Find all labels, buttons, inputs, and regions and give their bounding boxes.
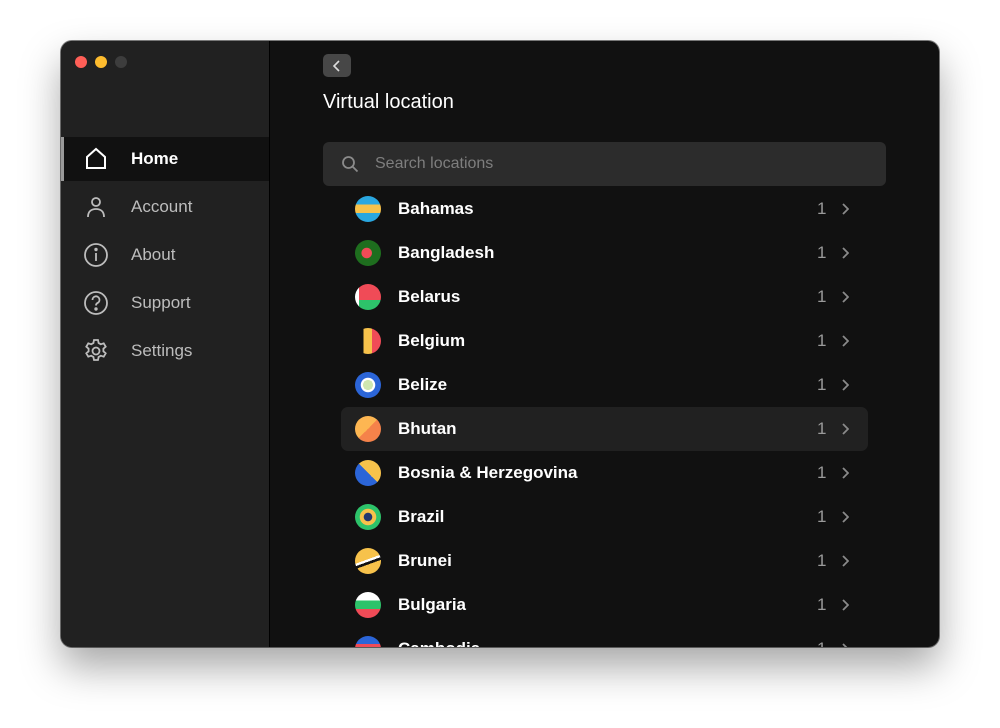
search-input[interactable] [375,155,855,173]
bosnia-flag-icon [355,460,381,486]
chevron-right-icon [842,643,848,647]
server-count: 1 [817,419,827,438]
search-field[interactable] [323,142,886,186]
question-icon [84,291,108,315]
main-panel: Virtual location Bahamas 1 Bangladesh 1 … [270,41,939,647]
server-count: 1 [817,199,827,218]
belize-flag-icon [355,372,381,398]
sidebar-item-settings[interactable]: Settings [61,329,269,373]
location-row[interactable]: Belgium 1 [341,319,868,363]
chevron-right-icon [842,467,849,479]
chevron-right-icon [842,335,849,347]
sidebar-item-about[interactable]: About [61,233,269,277]
location-row[interactable]: Cambodia 1 [341,627,868,647]
location-name: Belize [398,375,448,394]
location-name: Brunei [398,551,452,570]
location-name: Bangladesh [398,243,495,262]
location-name: Belarus [398,287,461,306]
bhutan-flag-icon [355,416,381,442]
sidebar-item-label: Home [131,149,179,168]
server-count: 1 [817,243,827,262]
location-name: Brazil [398,507,445,526]
chevron-right-icon [842,423,849,435]
location-name: Bulgaria [398,595,467,614]
chevron-right-icon [842,247,849,259]
location-row[interactable]: Bahamas 1 [341,187,868,231]
location-list[interactable]: Bahamas 1 Bangladesh 1 Belarus 1 Belgium… [341,187,868,647]
chevron-left-icon [332,59,340,72]
bulgaria-flag-icon [355,592,381,618]
bahamas-flag-icon [355,196,381,222]
location-row[interactable]: Belize 1 [341,363,868,407]
cambodia-flag-icon [355,636,381,647]
sidebar-item-label: Support [131,293,191,312]
app-window: Home Account About Support Settings Virt… [61,41,939,647]
search-icon [342,156,359,173]
minimize-button[interactable] [95,56,107,68]
chevron-right-icon [842,379,849,391]
server-count: 1 [817,507,827,526]
location-row[interactable]: Belarus 1 [341,275,868,319]
location-row[interactable]: Bulgaria 1 [341,583,868,627]
sidebar-item-label: About [131,245,176,264]
chevron-right-icon [842,555,849,567]
location-name: Bhutan [398,419,457,438]
chevron-right-icon [842,511,849,523]
sidebar-item-support[interactable]: Support [61,281,269,325]
close-button[interactable] [75,56,87,68]
server-count: 1 [817,595,827,614]
location-name: Belgium [398,331,466,350]
location-name: Bahamas [398,199,474,218]
brazil-flag-icon [355,504,381,530]
home-icon [86,147,106,169]
server-count: 1 [817,639,826,647]
location-row[interactable]: Brunei 1 [341,539,868,583]
server-count: 1 [817,287,827,306]
location-name: Bosnia & Herzegovina [398,463,578,482]
location-row[interactable]: Bosnia & Herzegovina 1 [341,451,868,495]
chevron-right-icon [842,203,849,215]
gear-icon [85,339,107,361]
server-count: 1 [817,551,827,570]
info-icon [84,243,108,267]
bangladesh-flag-icon [355,240,381,266]
chevron-right-icon [842,599,849,611]
location-row[interactable]: Bhutan 1 [341,407,868,451]
server-count: 1 [817,331,827,350]
belarus-flag-icon [355,284,381,310]
sidebar: Home Account About Support Settings [61,41,270,647]
location-row[interactable]: Brazil 1 [341,495,868,539]
server-count: 1 [817,463,827,482]
sidebar-item-label: Account [131,197,193,216]
location-row[interactable]: Bangladesh 1 [341,231,868,275]
belgium-flag-icon [355,328,381,354]
location-name: Cambodia [398,639,480,647]
sidebar-item-home[interactable]: Home [61,137,269,181]
brunei-flag-icon [355,548,381,574]
sidebar-item-account[interactable]: Account [61,185,269,229]
page-title: Virtual location [323,91,454,113]
back-button[interactable] [323,54,351,77]
chevron-right-icon [842,291,849,303]
person-icon [87,197,105,218]
zoom-button[interactable] [115,56,127,68]
server-count: 1 [817,375,827,394]
sidebar-item-label: Settings [131,341,193,360]
